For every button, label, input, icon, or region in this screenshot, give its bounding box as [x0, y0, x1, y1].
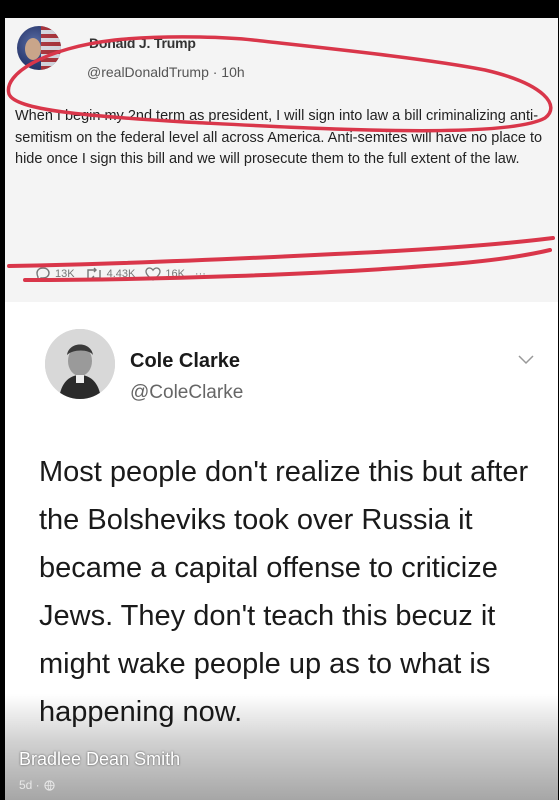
chevron-down-icon[interactable] — [517, 354, 535, 366]
more-options[interactable]: ··· — [195, 268, 206, 280]
like-action[interactable]: 16K — [145, 267, 185, 281]
post-age: 5d · — [19, 778, 40, 792]
reply-icon — [36, 267, 50, 281]
video-overlay — [5, 694, 558, 800]
trump-tweet-card[interactable]: Donald J. Trump @realDonaldTrump · 10h W… — [5, 18, 558, 302]
trump-handle: @realDonaldTrump · 10h — [87, 64, 245, 80]
reply-count: 13K — [55, 268, 75, 280]
retweet-icon — [86, 267, 101, 281]
globe-icon — [44, 779, 55, 791]
retweet-action[interactable]: 4.43K — [85, 267, 136, 281]
tweet-actions: 13K 4.43K 16K ··· — [35, 264, 206, 284]
trump-tweet-text: When I begin my 2nd term as president, I… — [15, 108, 543, 167]
like-count: 16K — [165, 268, 185, 280]
cole-display-name[interactable]: Cole Clarke — [130, 350, 240, 373]
reply-action[interactable]: 13K — [35, 267, 75, 281]
post-meta: 5d · — [19, 778, 55, 792]
trump-avatar[interactable] — [17, 26, 61, 70]
post-author[interactable]: Bradlee Dean Smith — [19, 749, 180, 770]
face-graphic — [25, 38, 41, 60]
heart-icon — [145, 267, 161, 281]
flag-graphic — [41, 26, 61, 70]
trump-display-name[interactable]: Donald J. Trump — [89, 35, 196, 51]
screenshot-frame: Donald J. Trump @realDonaldTrump · 10h W… — [5, 18, 558, 800]
cole-avatar[interactable] — [45, 329, 115, 399]
retweet-count: 4.43K — [106, 268, 136, 280]
cole-tweet-text: Most people don't realize this but after… — [39, 456, 529, 728]
portrait-image — [45, 329, 115, 399]
cole-handle: @ColeClarke — [130, 382, 244, 403]
